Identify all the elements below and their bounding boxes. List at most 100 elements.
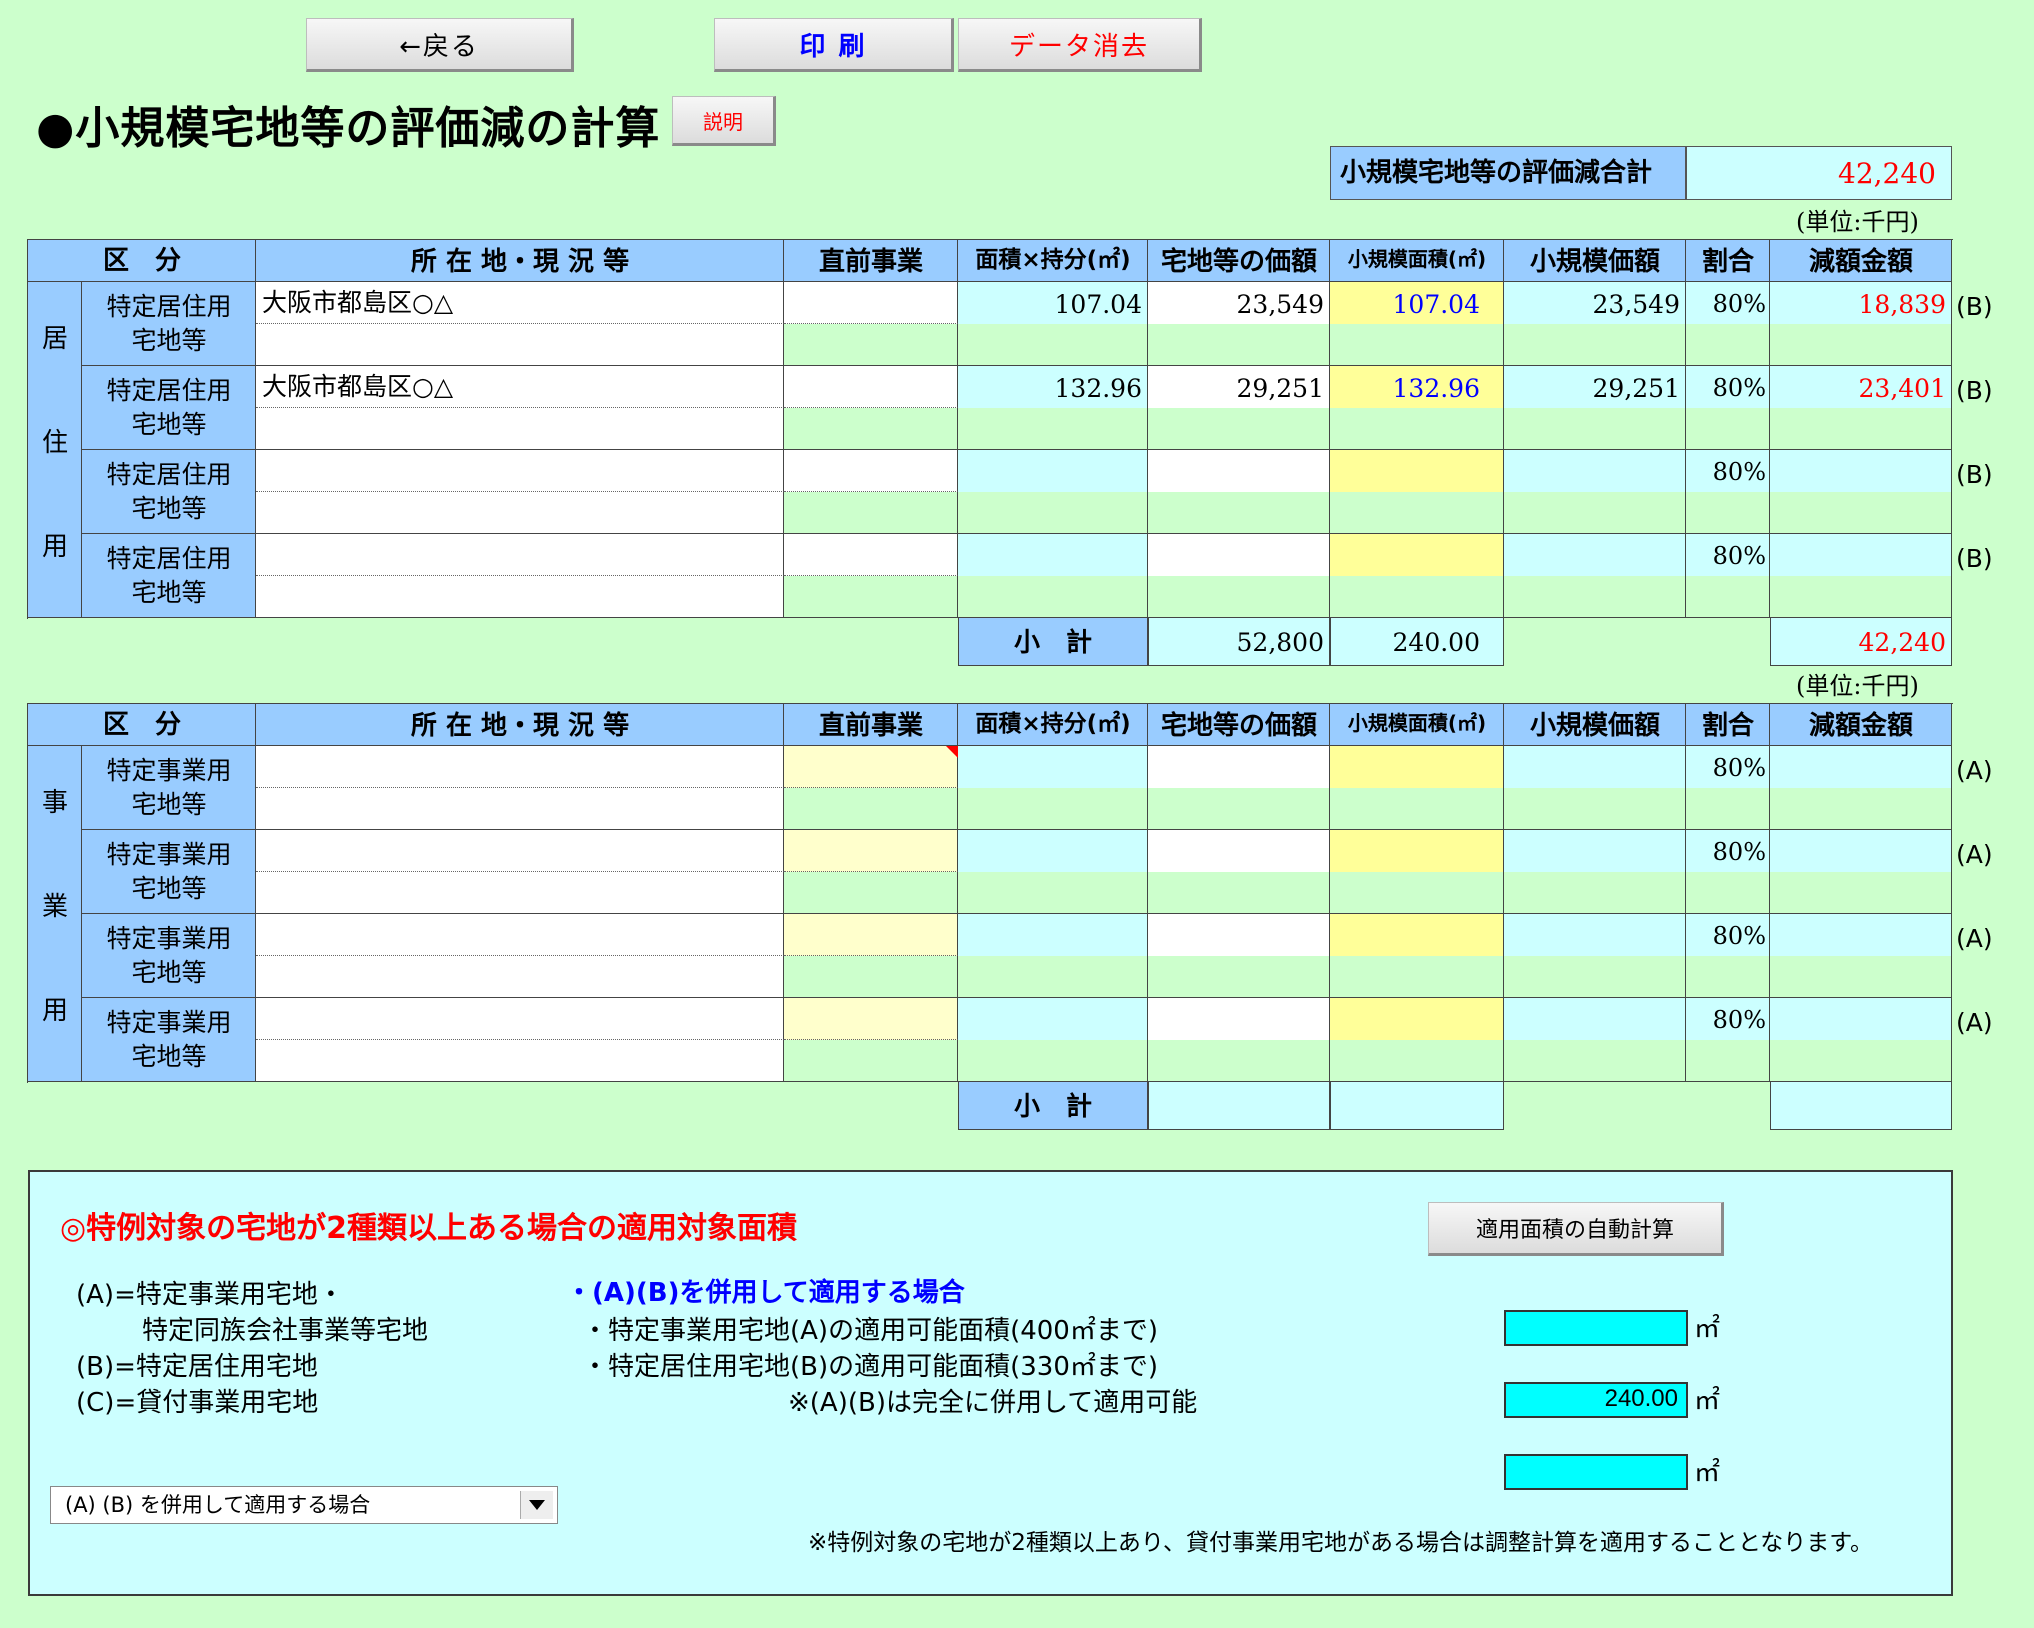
type-label-2: 宅地等 [131, 326, 207, 355]
header-location: 所 在 地・現 況 等 [410, 711, 630, 741]
value-cell [1770, 998, 1952, 1040]
location-input[interactable] [256, 746, 784, 788]
select-value: (A) (B) を併用して適用する場合 [65, 1493, 371, 1517]
prior-business-input[interactable] [784, 408, 958, 450]
value-cell[interactable] [1330, 576, 1504, 618]
location-input[interactable] [256, 914, 784, 956]
value-cell[interactable] [958, 534, 1148, 576]
value-cell[interactable] [958, 576, 1148, 618]
value-cell[interactable] [958, 914, 1148, 956]
value-cell[interactable] [1148, 998, 1330, 1040]
value-cell[interactable] [1330, 492, 1504, 534]
location-input[interactable] [256, 1040, 784, 1082]
location-input[interactable] [256, 450, 784, 492]
location-input[interactable] [256, 576, 784, 618]
value-cell[interactable] [1330, 914, 1504, 956]
area-field-b[interactable]: 240.00 [1504, 1382, 1688, 1418]
value-cell[interactable] [1330, 450, 1504, 492]
prior-business-input[interactable] [784, 914, 958, 956]
line-b: ・特定居住用宅地(B)の適用可能面積(330㎡まで) [582, 1352, 1159, 1382]
type-label-2: 宅地等 [131, 874, 207, 903]
value-cell[interactable] [1330, 872, 1504, 914]
prior-business-input[interactable] [784, 366, 958, 408]
auto-calc-button[interactable]: 適用面積の自動計算 [1428, 1202, 1724, 1256]
area-field-a[interactable] [1504, 1310, 1688, 1346]
header-land-value: 宅地等の価額 [1160, 247, 1317, 277]
row-mark: (B) [1956, 460, 1993, 489]
location-input[interactable] [256, 830, 784, 872]
location-input[interactable] [256, 956, 784, 998]
value-cell [1770, 788, 1952, 830]
value-cell[interactable] [958, 788, 1148, 830]
value-cell[interactable] [1330, 998, 1504, 1040]
value-cell[interactable] [1148, 956, 1330, 998]
value-cell[interactable] [1148, 576, 1330, 618]
value-cell[interactable] [958, 408, 1148, 450]
application-mode-select[interactable]: (A) (B) を併用して適用する場合 [50, 1486, 558, 1524]
location-input[interactable] [256, 492, 784, 534]
value-cell[interactable] [958, 830, 1148, 872]
value-cell[interactable] [1148, 788, 1330, 830]
location-input[interactable] [256, 872, 784, 914]
value-cell[interactable] [958, 324, 1148, 366]
value-cell[interactable] [1148, 534, 1330, 576]
value-cell[interactable] [958, 998, 1148, 1040]
prior-business-input[interactable] [784, 534, 958, 576]
prior-business-input[interactable] [784, 998, 958, 1040]
application-area-panel: ◎特例対象の宅地が2種類以上ある場合の適用対象面積 適用面積の自動計算 (A)=… [28, 1170, 1953, 1596]
value-cell[interactable] [958, 450, 1148, 492]
small-area-value: 132.96 [1392, 374, 1480, 403]
ratio-value: 80% [1712, 838, 1766, 866]
value-cell[interactable] [958, 872, 1148, 914]
prior-business-input[interactable] [784, 492, 958, 534]
value-cell[interactable] [958, 956, 1148, 998]
location-input[interactable] [256, 788, 784, 830]
row-mark: (A) [1956, 1008, 1993, 1037]
area-field-c[interactable] [1504, 1454, 1688, 1490]
value-cell[interactable] [1148, 872, 1330, 914]
value-cell[interactable] [1330, 324, 1504, 366]
business-subtotal-value-cell [1148, 1082, 1330, 1130]
prior-business-input[interactable] [784, 746, 958, 788]
subtotal-area: 240.00 [1392, 628, 1480, 657]
prior-business-input[interactable] [784, 956, 958, 998]
prior-business-input[interactable] [784, 282, 958, 324]
location-input[interactable] [256, 324, 784, 366]
value-cell[interactable] [1148, 408, 1330, 450]
prior-business-input[interactable] [784, 788, 958, 830]
value-cell[interactable] [1330, 746, 1504, 788]
value-cell[interactable] [958, 746, 1148, 788]
prior-business-input[interactable] [784, 872, 958, 914]
value-cell[interactable] [1148, 1040, 1330, 1082]
value-cell[interactable] [1330, 408, 1504, 450]
value-cell[interactable] [1330, 830, 1504, 872]
legend-a: (A)=特定事業用宅地・ [76, 1280, 344, 1310]
value-cell[interactable] [958, 1040, 1148, 1082]
chevron-down-icon[interactable] [520, 1491, 553, 1519]
value-cell[interactable] [1148, 746, 1330, 788]
prior-business-input[interactable] [784, 576, 958, 618]
small-value: 29,251 [1592, 374, 1680, 403]
location-input[interactable] [256, 534, 784, 576]
value-cell[interactable] [958, 492, 1148, 534]
value-cell [1504, 998, 1686, 1040]
value-cell[interactable] [1330, 534, 1504, 576]
value-cell[interactable] [1330, 956, 1504, 998]
value-cell[interactable] [1148, 492, 1330, 534]
prior-business-input[interactable] [784, 830, 958, 872]
reduction-value: 18,839 [1858, 290, 1946, 319]
value-cell[interactable] [1148, 830, 1330, 872]
value-cell[interactable] [1330, 1040, 1504, 1082]
value-cell[interactable] [1148, 450, 1330, 492]
prior-business-input[interactable] [784, 1040, 958, 1082]
prior-business-input[interactable] [784, 450, 958, 492]
value-cell[interactable] [1148, 914, 1330, 956]
location-input[interactable] [256, 998, 784, 1040]
header-area-share: 面積×持分(㎡) [975, 711, 1131, 737]
value-cell[interactable] [1148, 324, 1330, 366]
location-input[interactable] [256, 408, 784, 450]
value-cell [1770, 956, 1952, 998]
value-cell[interactable] [1330, 788, 1504, 830]
subtotal-value: 52,800 [1236, 628, 1324, 657]
prior-business-input[interactable] [784, 324, 958, 366]
